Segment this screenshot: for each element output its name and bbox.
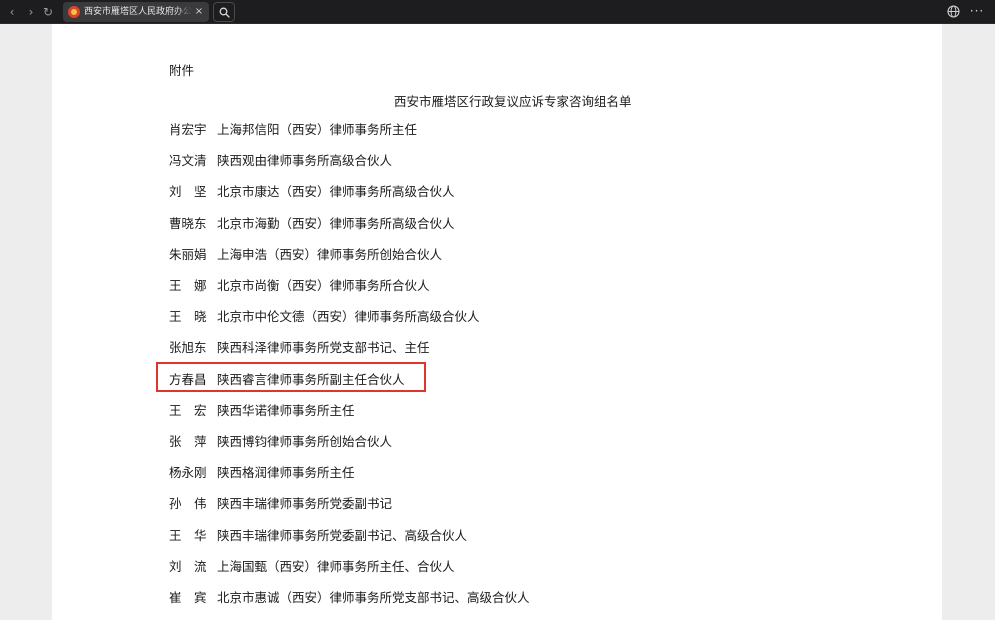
member-row: 朱丽娟 上海申浩（西安）律师事务所创始合伙人 <box>169 245 442 265</box>
member-row: 曹晓东 北京市海勤（西安）律师事务所高级合伙人 <box>169 214 455 234</box>
member-name: 刘 坚 <box>169 184 207 200</box>
member-name: 王 娜 <box>169 278 207 293</box>
more-icon[interactable]: ··· <box>968 2 986 20</box>
reload-icon[interactable]: ↻ <box>39 3 57 21</box>
member-name: 曹晓东 <box>169 215 207 231</box>
member-org: 上海申浩（西安）律师事务所创始合伙人 <box>217 246 443 262</box>
member-org: 陕西华诺律师事务所主任 <box>217 402 355 418</box>
document-page: 附件 西安市雁塔区行政复议应诉专家咨询组名单 肖宏宇 上海邦信阳（西安）律师事务所… <box>52 24 942 620</box>
attachment-label: 附件 <box>169 63 195 78</box>
member-name: 王 晓 <box>169 309 207 325</box>
member-row: 肖宏宇 上海邦信阳（西安）律师事务所主任 <box>169 120 417 140</box>
member-row: 王 宏陕西华诺律师事务所主任 <box>169 401 355 421</box>
member-row: 王 晓北京市中伦文德（西安）律师事务所高级合伙人 <box>169 307 480 327</box>
member-row: 冯文清 陕西观由律师事务所高级合伙人 <box>169 151 392 171</box>
member-name: 张 萍 <box>169 434 207 449</box>
member-org: 北京市中伦文德（西安）律师事务所高级合伙人 <box>217 309 480 325</box>
member-org: 陕西观由律师事务所高级合伙人 <box>217 153 393 169</box>
globe-icon[interactable] <box>947 5 960 18</box>
member-name: 冯文清 <box>169 153 207 169</box>
chevron-left-icon[interactable]: ‹ <box>3 3 21 21</box>
member-org: 上海国甄（西安）律师事务所主任、合伙人 <box>217 558 455 574</box>
member-name: 张旭东 <box>169 340 207 356</box>
member-org: 北京市海勤（西安）律师事务所高级合伙人 <box>217 215 455 231</box>
highlight-box <box>156 362 426 392</box>
gov-emblem-icon <box>68 6 80 18</box>
active-tab[interactable]: 西安市雁塔区人民政府办公室关于 × <box>63 2 209 22</box>
member-org: 陕西丰瑞律师事务所党委副书记、高级合伙人 <box>217 527 468 543</box>
member-name: 崔 宾 <box>169 590 207 605</box>
member-org: 陕西格润律师事务所主任 <box>217 465 355 481</box>
member-name: 刘 流 <box>169 558 207 574</box>
member-name: 王 华 <box>169 527 207 543</box>
browser-toolbar: ‹ › ↻ 西安市雁塔区人民政府办公室关于 × ··· <box>0 0 995 24</box>
member-org: 陕西科泽律师事务所党支部书记、主任 <box>217 340 430 356</box>
member-row: 王 娜北京市尚衡（西安）律师事务所合伙人 <box>169 276 430 296</box>
member-org: 陕西博钧律师事务所创始合伙人 <box>217 434 393 449</box>
member-org: 北京市康达（西安）律师事务所高级合伙人 <box>217 184 455 200</box>
member-row: 王 华陕西丰瑞律师事务所党委副书记、高级合伙人 <box>169 526 467 546</box>
member-row: 刘 流上海国甄（西安）律师事务所主任、合伙人 <box>169 557 455 577</box>
search-icon <box>219 7 230 18</box>
member-row: 张 萍陕西博钧律师事务所创始合伙人 <box>169 432 392 452</box>
member-name: 朱丽娟 <box>169 246 207 262</box>
member-org: 北京市尚衡（西安）律师事务所合伙人 <box>217 278 430 293</box>
chevron-right-icon[interactable]: › <box>22 3 40 21</box>
tab-title: 西安市雁塔区人民政府办公室关于 <box>84 7 192 17</box>
member-name: 肖宏宇 <box>169 122 207 137</box>
member-name: 王 宏 <box>169 402 207 418</box>
member-row: 孙 伟陕西丰瑞律师事务所党委副书记 <box>169 494 392 514</box>
member-row: 刘 坚北京市康达（西安）律师事务所高级合伙人 <box>169 182 455 202</box>
search-button[interactable] <box>213 2 235 22</box>
member-org: 陕西丰瑞律师事务所党委副书记 <box>217 496 393 512</box>
member-name: 孙 伟 <box>169 496 207 512</box>
member-org: 北京市惠诚（西安）律师事务所党支部书记、高级合伙人 <box>217 590 530 605</box>
member-row: 张旭东 陕西科泽律师事务所党支部书记、主任 <box>169 338 430 358</box>
member-row: 崔 宾北京市惠诚（西安）律师事务所党支部书记、高级合伙人 <box>169 588 530 608</box>
member-org: 上海邦信阳（西安）律师事务所主任 <box>217 122 418 137</box>
member-name: 杨永刚 <box>169 465 207 481</box>
close-icon[interactable]: × <box>193 2 205 22</box>
document-title: 西安市雁塔区行政复议应诉专家咨询组名单 <box>394 94 632 109</box>
member-row: 杨永刚 陕西格润律师事务所主任 <box>169 463 355 483</box>
document-content: 附件 西安市雁塔区行政复议应诉专家咨询组名单 肖宏宇 上海邦信阳（西安）律师事务所… <box>52 24 942 620</box>
